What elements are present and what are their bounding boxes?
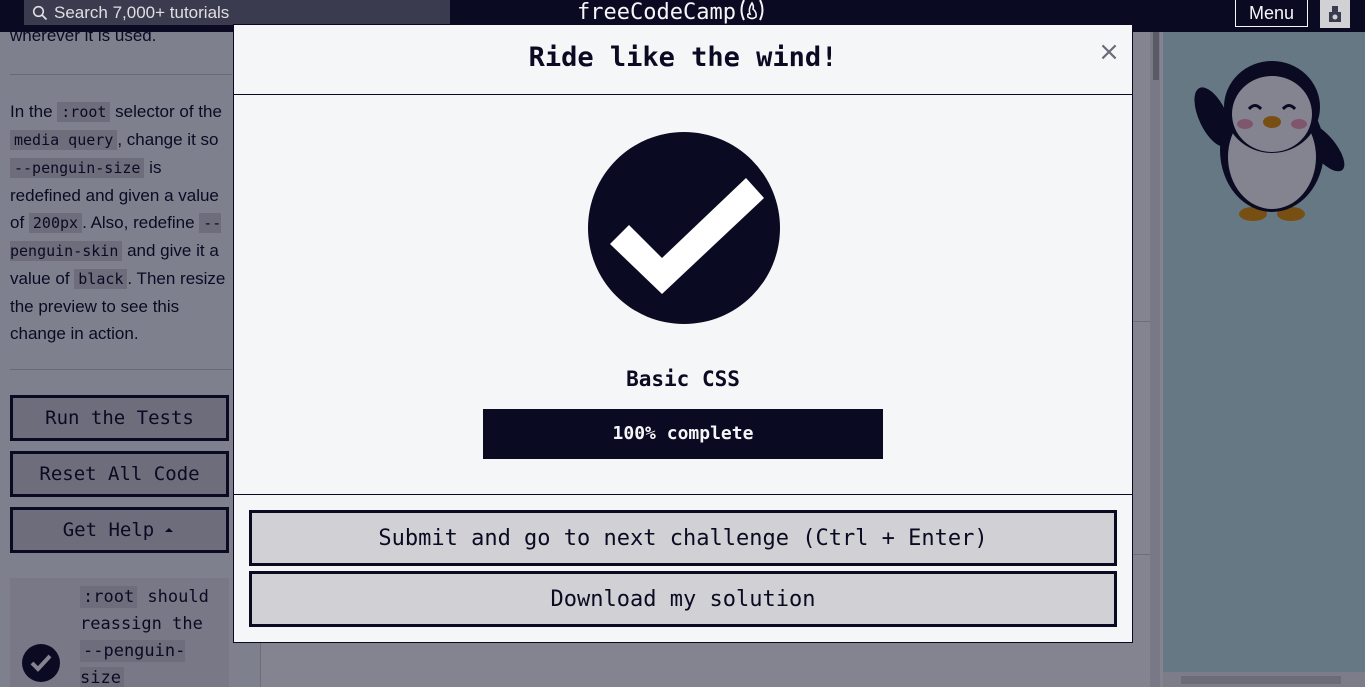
close-button[interactable]: × bbox=[1098, 39, 1120, 65]
progress-label: 100% complete bbox=[612, 423, 754, 444]
brand-text: freeCodeCamp bbox=[577, 0, 736, 25]
download-label: Download my solution bbox=[550, 586, 816, 612]
search-bar[interactable] bbox=[24, 0, 450, 25]
challenge-complete-modal: Ride like the wind! × Basic CSS 100% com… bbox=[233, 24, 1133, 643]
modal-title: Ride like the wind! bbox=[528, 42, 838, 73]
success-check-icon bbox=[588, 132, 780, 324]
download-solution-button[interactable]: Download my solution bbox=[249, 571, 1117, 627]
submit-label: Submit and go to next challenge (Ctrl + … bbox=[378, 525, 988, 551]
search-input[interactable] bbox=[54, 2, 434, 23]
freecodecamp-logo[interactable]: freeCodeCamp bbox=[577, 0, 766, 26]
user-avatar[interactable] bbox=[1320, 0, 1350, 28]
block-progress-bar: 100% complete bbox=[483, 409, 883, 459]
modal-footer bbox=[234, 494, 1132, 495]
menu-button[interactable]: Menu bbox=[1235, 0, 1308, 27]
submit-next-challenge-button[interactable]: Submit and go to next challenge (Ctrl + … bbox=[249, 510, 1117, 566]
avatar-icon bbox=[1329, 6, 1341, 22]
block-name: Basic CSS bbox=[626, 367, 740, 391]
modal-header: Ride like the wind! × bbox=[234, 25, 1132, 95]
menu-label: Menu bbox=[1248, 2, 1295, 23]
search-icon bbox=[32, 5, 48, 20]
